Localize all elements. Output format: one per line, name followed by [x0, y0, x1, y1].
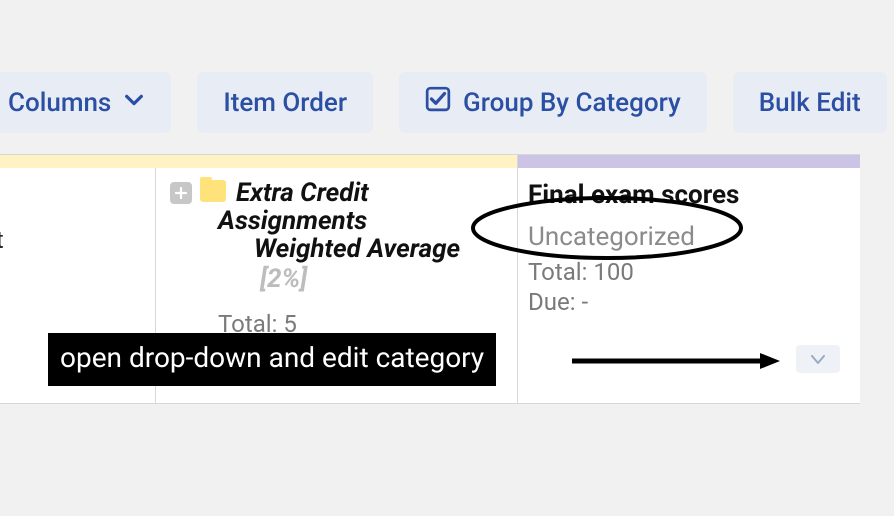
checkbox-checked-icon [425, 86, 451, 119]
toolbar: Columns Item Order Group By Category Bul… [0, 72, 894, 133]
bulk-edit-button[interactable]: Bulk Edit [733, 72, 887, 133]
group-by-category-button[interactable]: Group By Category [399, 72, 707, 133]
weighted-average-label: Weighted Average [254, 234, 460, 264]
chevron-down-icon [123, 88, 145, 118]
item-category: Uncategorized [528, 222, 846, 252]
expand-icon[interactable] [170, 182, 192, 204]
item-title: Final exam scores [528, 180, 846, 210]
chevron-down-icon [811, 350, 825, 369]
bulk-edit-label: Bulk Edit [759, 88, 861, 118]
category-strip-yellow [0, 154, 518, 168]
partial-text: it [0, 226, 145, 254]
annotation-label: open drop-down and edit category [48, 333, 496, 386]
weight-percent: [2%] [260, 264, 307, 294]
group-by-label: Group By Category [463, 88, 681, 118]
folder-icon [200, 180, 226, 202]
item-due: Due: - [528, 288, 846, 316]
item-order-label: Item Order [223, 88, 347, 118]
category-title-line2: Assignments [218, 206, 503, 236]
item-total: Total: 100 [528, 258, 846, 286]
category-title-line3: Weighted Average [2%] [254, 234, 503, 294]
columns-button[interactable]: Columns [0, 72, 171, 133]
column-final-exam: Final exam scores Uncategorized Total: 1… [518, 168, 860, 404]
category-title-line1: Extra Credit [236, 178, 369, 208]
item-order-button[interactable]: Item Order [197, 72, 373, 133]
item-dropdown-button[interactable] [796, 345, 840, 373]
columns-button-label: Columns [8, 88, 111, 118]
category-strip-purple [518, 154, 860, 168]
